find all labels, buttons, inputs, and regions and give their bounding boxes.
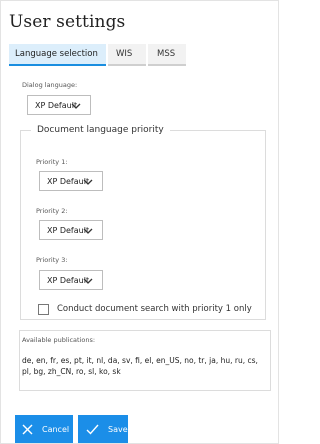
tab-bar: Language selection WIS MSS [9, 44, 188, 66]
page-title: User settings [9, 12, 126, 32]
checkmark-icon [86, 424, 99, 435]
cancel-button[interactable]: Cancel [15, 415, 73, 443]
chevron-down-icon [71, 103, 81, 109]
save-label: Save [108, 424, 128, 434]
priority-3-select[interactable]: XP Default [39, 270, 103, 290]
save-button[interactable]: Save [78, 415, 128, 443]
publications-label: Available publications: [22, 336, 96, 344]
tab-mss[interactable]: MSS [148, 44, 186, 66]
dialog-language-select[interactable]: XP Default [27, 95, 91, 115]
tab-language-selection[interactable]: Language selection [9, 44, 106, 66]
priority-1-select[interactable]: XP Default [39, 171, 103, 191]
chevron-down-icon [83, 228, 93, 234]
priority-1-only-checkbox[interactable] [38, 304, 49, 315]
tab-wis[interactable]: WIS [108, 44, 146, 66]
priority-1-only-label: Conduct document search with priority 1 … [57, 304, 252, 314]
document-priority-legend: Document language priority [31, 125, 170, 135]
close-icon [22, 424, 33, 434]
chevron-down-icon [83, 278, 93, 284]
dialog-language-label: Dialog language: [22, 81, 78, 89]
priority-3-label: Priority 3: [36, 256, 68, 264]
priority-2-select[interactable]: XP Default [39, 220, 103, 240]
priority-2-label: Priority 2: [36, 207, 68, 215]
chevron-down-icon [83, 179, 93, 185]
publications-list: de, en, fr, es, pt, it, nl, da, sv, fi, … [22, 356, 258, 376]
cancel-label: Cancel [42, 424, 70, 434]
priority-1-label: Priority 1: [36, 158, 68, 166]
